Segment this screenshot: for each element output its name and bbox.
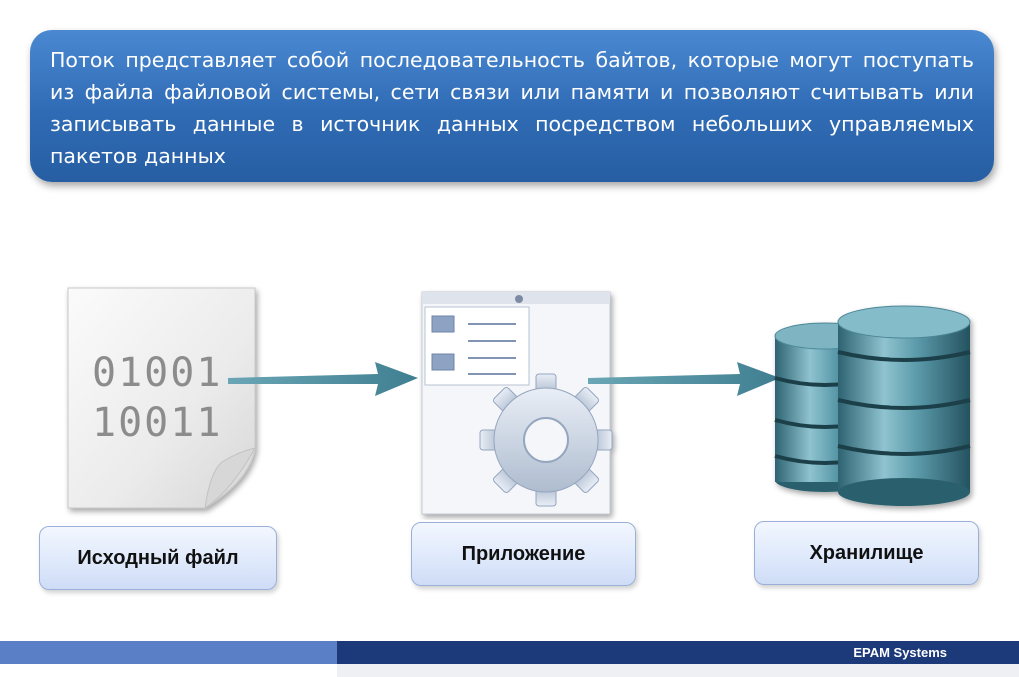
footer-bar-left	[0, 641, 337, 664]
file-line-2: 10011	[92, 400, 222, 446]
database-icon	[774, 305, 971, 506]
application-label-box: Приложение	[411, 522, 636, 586]
storage-label-box: Хранилище	[754, 521, 979, 585]
stream-diagram: 01001 10011	[67, 287, 971, 515]
flow-arrow-file-to-app	[228, 362, 418, 396]
application-gear-icon	[421, 291, 613, 515]
source-file-label: Исходный файл	[77, 546, 239, 569]
database-cylinder-front	[837, 305, 971, 506]
flow-arrow-app-to-storage	[588, 362, 780, 396]
footer-bar-right: EPAM Systems	[337, 641, 1019, 664]
binary-file-icon: 01001 10011	[67, 287, 256, 510]
footer-brand: EPAM Systems	[853, 645, 947, 660]
footer-shadow	[337, 664, 1019, 677]
storage-label: Хранилище	[809, 541, 924, 564]
gear-icon	[479, 373, 613, 507]
description-banner: Поток представляет собой последовательно…	[30, 30, 994, 182]
source-file-label-box: Исходный файл	[39, 526, 277, 590]
file-line-1: 01001	[92, 350, 222, 396]
banner-text: Поток представляет собой последовательно…	[50, 48, 974, 168]
application-label: Приложение	[461, 542, 586, 565]
